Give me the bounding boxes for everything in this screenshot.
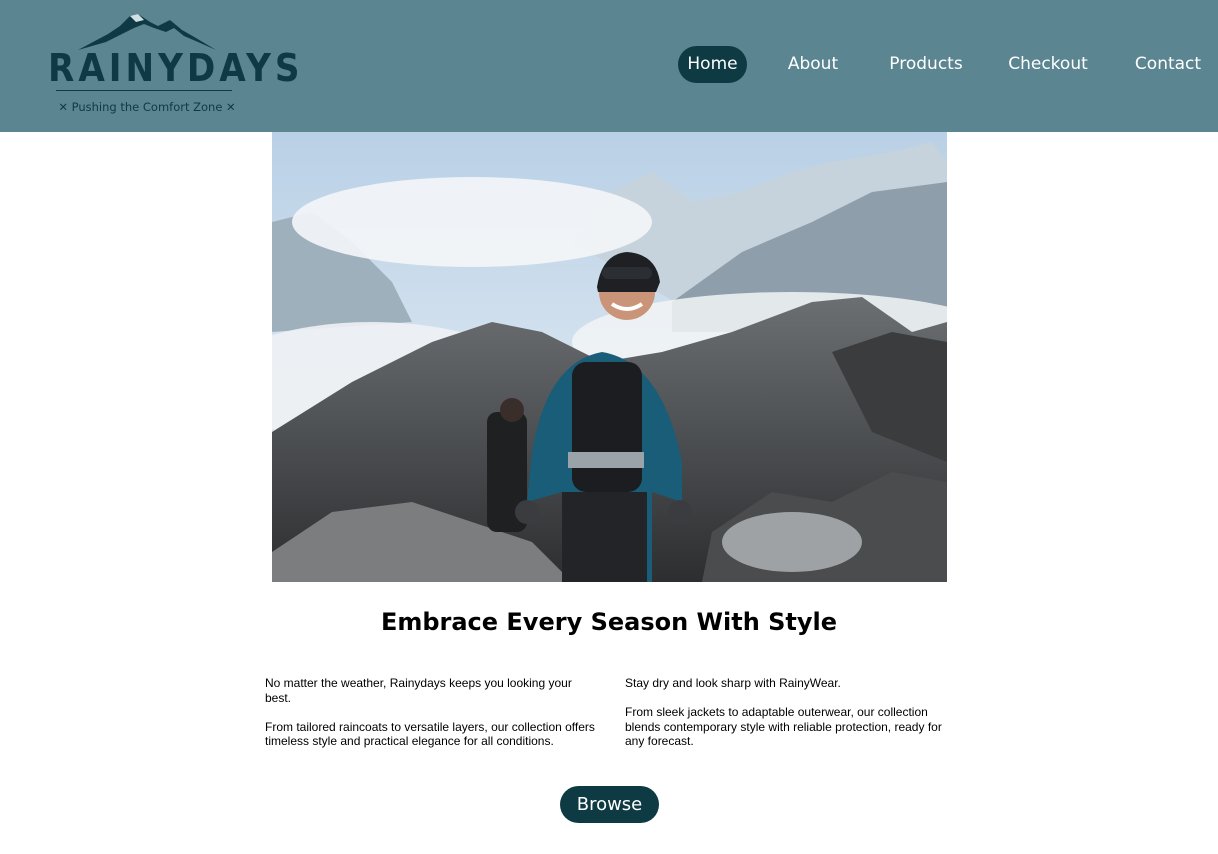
nav-home[interactable]: Home — [678, 46, 747, 83]
hero-image — [272, 132, 947, 582]
browse-button[interactable]: Browse — [560, 786, 659, 823]
site-header: RAINYDAYS ✕ Pushing the Comfort Zone ✕ H… — [0, 0, 1218, 132]
brand-tagline: ✕ Pushing the Comfort Zone ✕ — [58, 100, 236, 114]
intro-left-column: No matter the weather, Rainydays keeps y… — [265, 676, 595, 763]
nav-about[interactable]: About — [778, 46, 848, 83]
logo-divider — [56, 90, 232, 91]
intro-left-paragraph-1: No matter the weather, Rainydays keeps y… — [265, 676, 572, 705]
nav-contact[interactable]: Contact — [1128, 46, 1208, 83]
intro-right-column: Stay dry and look sharp with RainyWear. … — [625, 676, 955, 763]
page-title: Embrace Every Season With Style — [380, 608, 838, 636]
brand-logo[interactable]: RAINYDAYS ✕ Pushing the Comfort Zone ✕ — [48, 12, 304, 120]
nav-products[interactable]: Products — [880, 46, 972, 83]
brand-wordmark: RAINYDAYS — [48, 46, 304, 90]
intro-right-paragraph-1: Stay dry and look sharp with RainyWear. — [625, 676, 841, 690]
intro-right-paragraph-2: From sleek jackets to adaptable outerwea… — [625, 705, 942, 748]
nav-checkout[interactable]: Checkout — [1003, 46, 1093, 83]
intro-left-paragraph-2: From tailored raincoats to versatile lay… — [265, 719, 595, 749]
